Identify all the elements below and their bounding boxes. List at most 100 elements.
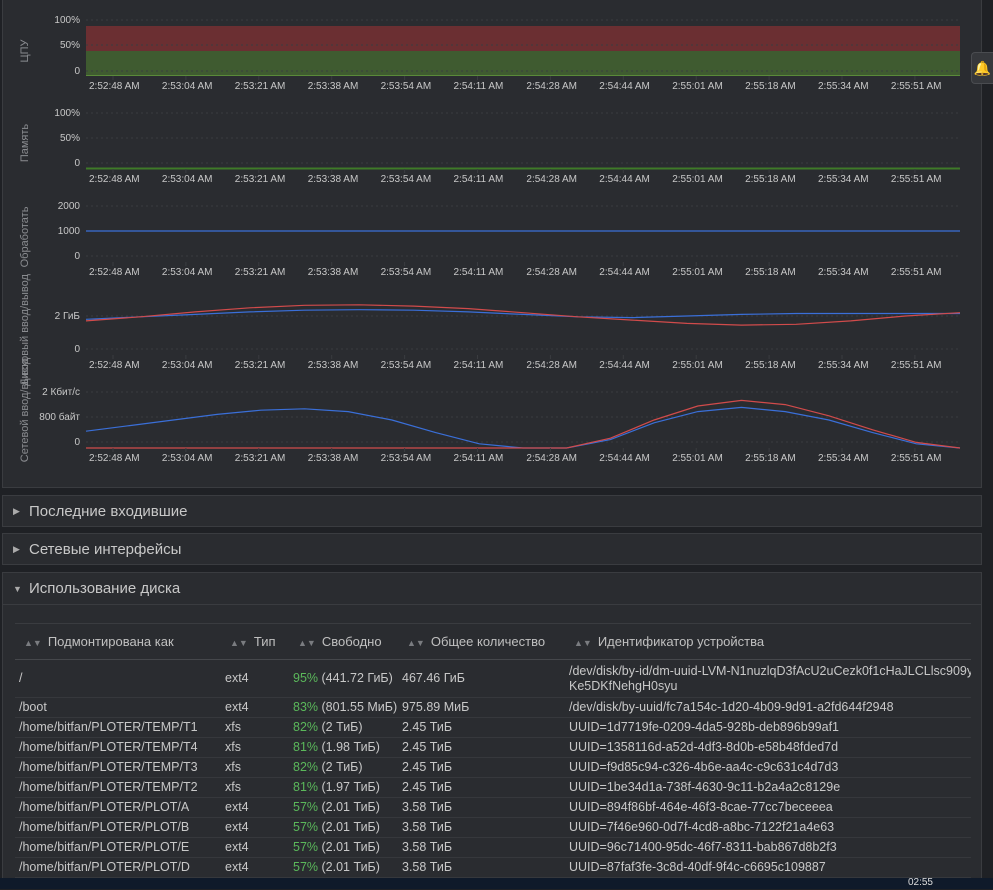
free-percent: 95% [293,671,319,685]
table-row: / ext4 95% (441.72 ГиБ) 467.46 ГиБ /dev/… [15,659,971,698]
x-tick-label: 2:53:21 AM [235,267,286,278]
x-tick-label: 2:53:38 AM [308,360,359,371]
table-row: /home/bitfan/PLOTER/TEMP/T4 xfs 81% (1.9… [15,737,971,758]
x-tick-label: 2:54:28 AM [526,360,577,371]
sort-icon: ▲▼ [298,638,316,648]
x-tick-label: 2:54:44 AM [599,267,650,278]
x-tick-label: 2:52:48 AM [89,360,140,371]
x-tick-label: 2:53:04 AM [162,81,213,92]
x-tick-label: 2:55:01 AM [672,453,723,464]
device-cell: UUID=7f46e960-0d7f-4cd8-a8bc-7122f21a4e6… [565,817,971,838]
mount-cell: /home/bitfan/PLOTER/TEMP/T3 [15,757,221,778]
x-tick-label: 2:53:04 AM [162,360,213,371]
x-tick-label: 2:55:51 AM [891,267,942,278]
free-cell: 57% (2.01 ТиБ) [289,797,398,818]
mount-cell: /home/bitfan/PLOTER/TEMP/T1 [15,717,221,738]
x-tick-label: 2:52:48 AM [89,267,140,278]
disk-table-wrapper: ▲▼ Подмонтирована как ▲▼ Тип ▲▼ Свободно ▲▼… [15,623,971,890]
x-tick-label: 2:55:01 AM [672,267,723,278]
section-title: Последние входившие [29,502,188,520]
table-row: /home/bitfan/PLOTER/TEMP/T3 xfs 82% (2 Т… [15,757,971,778]
x-tick-label: 2:53:21 AM [235,174,286,185]
y-tick-label: 800 байт [39,411,80,423]
x-tick-label: 2:55:34 AM [818,81,869,92]
y-tick-label: 0 [74,251,80,262]
y-tick-label: 0 [74,437,80,448]
free-amount: (1.98 ТиБ) [321,740,380,754]
x-tick-label: 2:52:48 AM [89,453,140,464]
free-amount: (2.01 ТиБ) [321,840,380,854]
sort-icon: ▲▼ [574,638,592,648]
x-tick-label: 2:55:18 AM [745,267,796,278]
y-tick-label: 2 Кбит/с [42,386,80,398]
device-cell: UUID=1358116d-a52d-4df3-8d0b-e58b48fded7… [565,737,971,758]
cpu-zone-low [86,51,960,76]
free-percent: 83% [293,700,319,714]
x-tick-label: 2:54:44 AM [599,81,650,92]
y-tick-label: 2 ГиБ [55,311,81,322]
system-graphs-panel: ЦПУ 100% 50% 0 2:52:48 AM 2:53:04 AM 2:53:21 A… [2,0,982,488]
mount-cell: / [15,659,221,698]
free-percent: 82% [293,720,319,734]
x-tick-label: 2:52:48 AM [89,174,140,185]
device-cell: UUID=894f86bf-464e-46f3-8cae-77cc7beceee… [565,797,971,818]
disk-usage-header[interactable]: ▼ Использование диска [3,573,981,605]
free-percent: 57% [293,840,319,854]
x-tick-label: 2:54:28 AM [526,174,577,185]
free-percent: 82% [293,760,319,774]
table-row: /home/bitfan/PLOTER/PLOT/D ext4 57% (2.0… [15,857,971,878]
caret-right-icon: ▶ [13,505,20,516]
device-cell: UUID=1d7719fe-0209-4da5-928b-deb896b99af… [565,717,971,738]
x-tick-label: 2:55:18 AM [745,81,796,92]
table-header-row: ▲▼ Подмонтирована как ▲▼ Тип ▲▼ Свободно ▲▼… [15,623,971,660]
x-tick-label: 2:54:44 AM [599,453,650,464]
x-tick-label: 2:53:21 AM [235,360,286,371]
total-cell: 3.58 ТиБ [398,797,565,818]
free-amount: (2.01 ТиБ) [321,860,380,874]
type-cell: xfs [221,717,289,738]
table-row: /home/bitfan/PLOTER/TEMP/T2 xfs 81% (1.9… [15,777,971,798]
total-cell: 2.45 ТиБ [398,757,565,778]
table-row: /boot ext4 83% (801.55 МиБ) 975.89 МиБ /… [15,697,971,718]
table-row: /home/bitfan/PLOTER/PLOT/E ext4 57% (2.0… [15,837,971,858]
axis-title: Обработать [19,206,31,267]
type-cell: ext4 [221,697,289,718]
caret-right-icon: ▶ [13,543,20,554]
col-device[interactable]: ▲▼ Идентификатор устройства [565,623,971,660]
y-tick-label: 100% [54,15,80,26]
x-tick-label: 2:55:34 AM [818,453,869,464]
x-tick-label: 2:55:01 AM [672,360,723,371]
x-tick-label: 2:54:28 AM [526,81,577,92]
table-row: /home/bitfan/PLOTER/PLOT/A ext4 57% (2.0… [15,797,971,818]
mount-cell: /home/bitfan/PLOTER/PLOT/A [15,797,221,818]
col-total[interactable]: ▲▼ Общее количество [398,623,565,660]
free-amount: (2.01 ТиБ) [321,820,380,834]
free-amount: (2 ТиБ) [321,720,363,734]
x-tick-label: 2:54:11 AM [454,174,504,185]
taskbar: 02:55 [0,877,993,889]
x-tick-label: 2:54:11 AM [454,81,504,92]
col-free[interactable]: ▲▼ Свободно [289,623,398,660]
section-network-interfaces[interactable]: ▶ Сетевые интерфейсы [2,533,982,565]
x-tick-label: 2:54:11 AM [454,360,504,371]
col-mount[interactable]: ▲▼ Подмонтирована как [15,623,221,660]
section-recent-logins[interactable]: ▶ Последние входившие [2,495,982,527]
disk-table: ▲▼ Подмонтирована как ▲▼ Тип ▲▼ Свободно ▲▼… [15,623,971,878]
free-cell: 57% (2.01 ТиБ) [289,857,398,878]
type-cell: ext4 [221,857,289,878]
free-percent: 57% [293,800,319,814]
sort-icon: ▲▼ [407,638,425,648]
x-tick-label: 2:53:21 AM [235,453,286,464]
type-cell: xfs [221,737,289,758]
x-tick-label: 2:54:28 AM [526,267,577,278]
x-tick-label: 2:53:04 AM [162,267,213,278]
mount-cell: /home/bitfan/PLOTER/TEMP/T2 [15,777,221,798]
x-tick-label: 2:54:11 AM [454,453,504,464]
caret-down-icon: ▼ [13,583,22,594]
notifications-button[interactable]: 🔔 [971,52,993,84]
free-amount: (1.97 ТиБ) [321,780,380,794]
x-tick-label: 2:54:44 AM [599,174,650,185]
type-cell: xfs [221,757,289,778]
x-tick-label: 2:55:18 AM [745,453,796,464]
col-type[interactable]: ▲▼ Тип [221,623,289,660]
